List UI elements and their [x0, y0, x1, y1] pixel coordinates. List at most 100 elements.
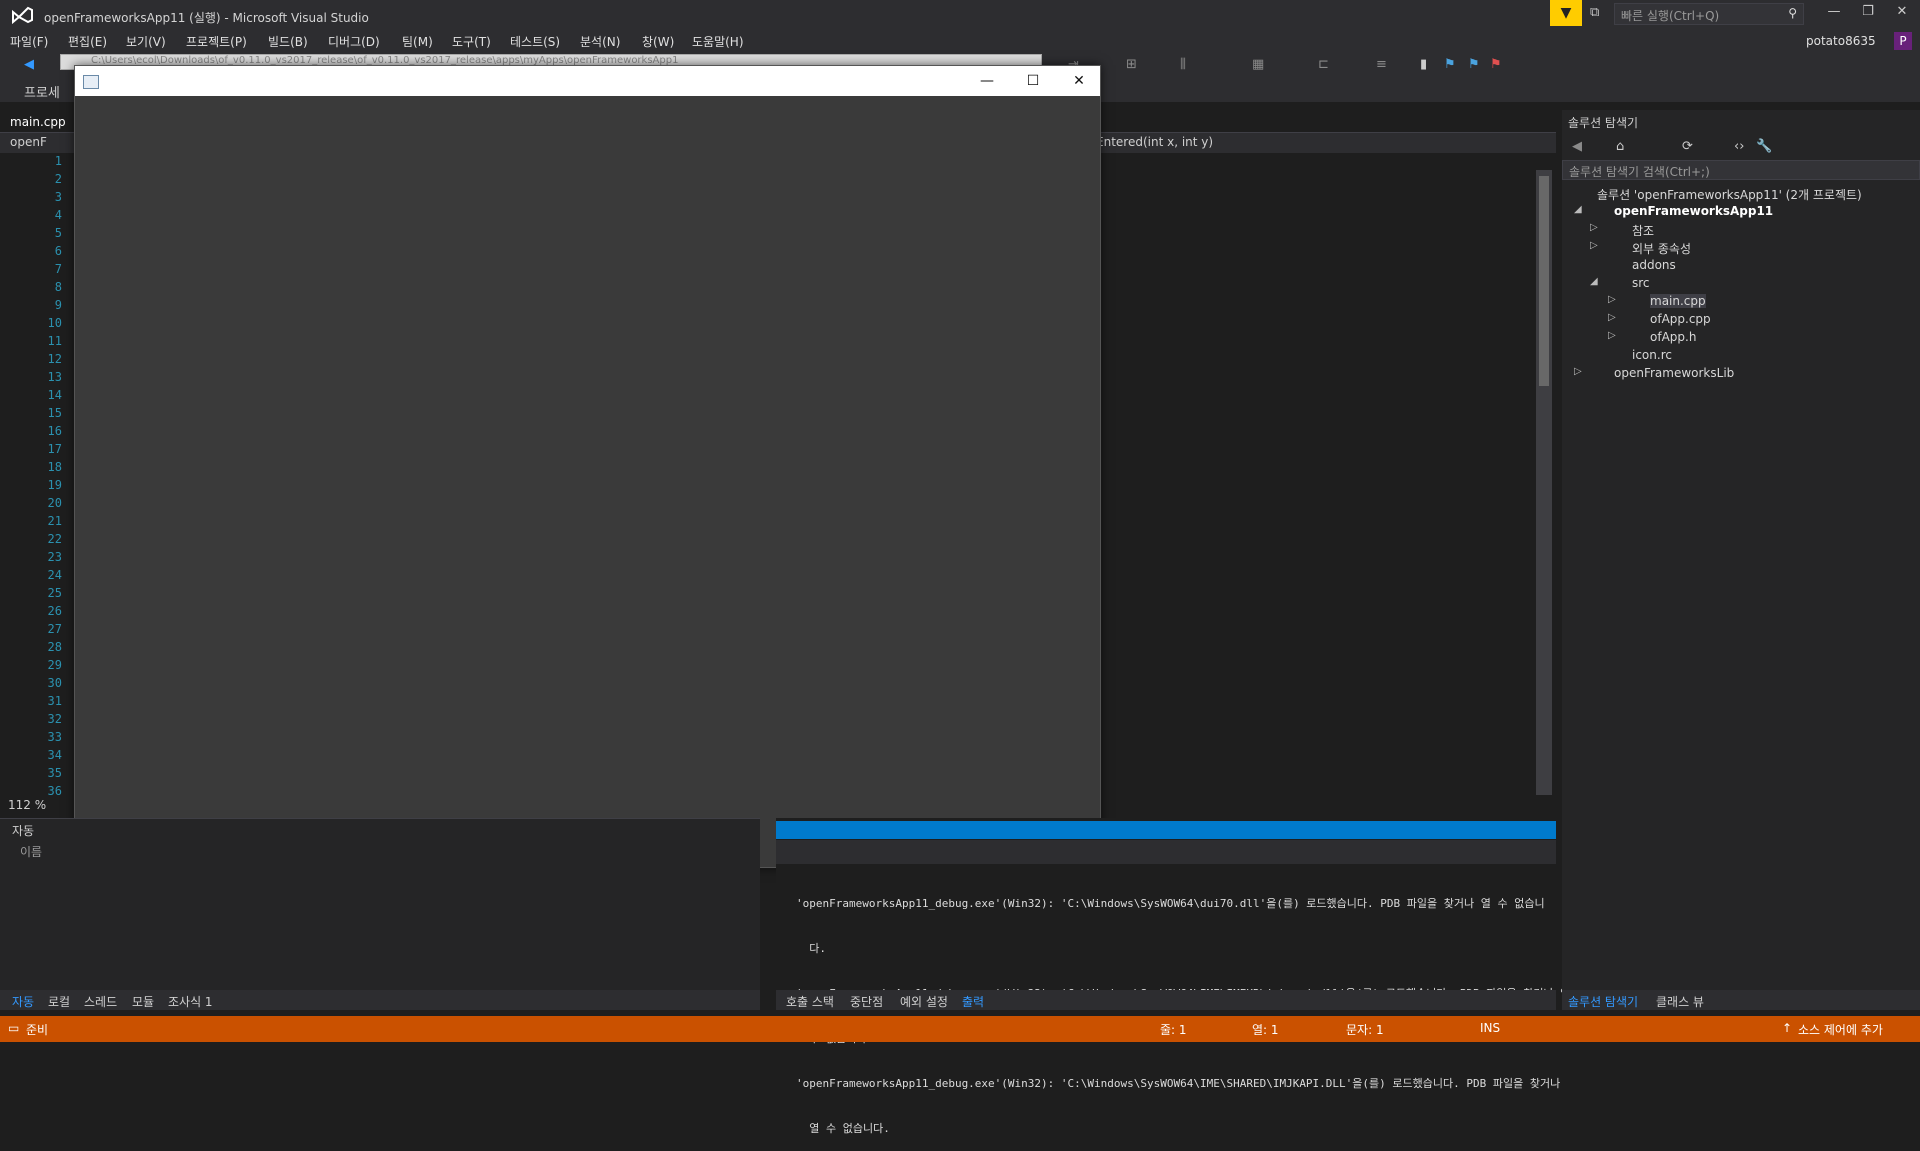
tab-threads[interactable]: 스레드 [84, 993, 117, 1010]
expand-arrow-icon[interactable]: ▷ [1590, 240, 1598, 251]
tree-item-ofapp-h[interactable]: ofApp.h [1650, 330, 1696, 344]
line-number: 13 [47, 370, 62, 384]
app-close-button[interactable]: ✕ [1059, 70, 1099, 92]
app-title-bar[interactable]: — ☐ ✕ [75, 66, 1100, 96]
collapse-arrow-icon[interactable]: ◢ [1590, 276, 1598, 287]
line-number: 36 [47, 784, 62, 798]
tree-item-ofapp-cpp[interactable]: ofApp.cpp [1650, 312, 1711, 326]
status-mode: INS [1480, 1021, 1501, 1035]
up-arrow-icon[interactable]: ↑ [1782, 1021, 1792, 1035]
bookmark-prev-icon[interactable]: ⚑ [1468, 57, 1480, 72]
properties-icon[interactable]: 🔧 [1756, 139, 1772, 154]
status-col: 열: 1 [1252, 1023, 1279, 1037]
autos-name-column: 이름 [20, 845, 43, 859]
app-canvas[interactable] [75, 96, 1100, 867]
project-dropdown[interactable]: openF [10, 135, 47, 149]
tab-breakpoints[interactable]: 중단점 [850, 993, 883, 1010]
bookmark-icon[interactable]: ▮ [1420, 57, 1427, 72]
tab-modules[interactable]: 모듈 [132, 993, 154, 1010]
tab-exception-settings[interactable]: 예외 설정 [900, 993, 948, 1010]
tab-watch-1[interactable]: 조사식 1 [168, 993, 213, 1010]
tree-item-references[interactable]: 참조 [1632, 222, 1654, 239]
tab-autos[interactable]: 자동 [12, 993, 34, 1010]
line-number: 24 [47, 568, 62, 582]
menu-file[interactable]: 파일(F) [10, 33, 48, 50]
indent-icon[interactable]: ≡ [1376, 57, 1387, 72]
menu-help[interactable]: 도움말(H) [692, 33, 744, 50]
menu-debug[interactable]: 디버그(D) [328, 33, 380, 50]
back-icon[interactable]: ◀ [1572, 139, 1582, 154]
member-dropdown[interactable]: Entered(int x, int y) [1096, 135, 1213, 149]
align-text-icon[interactable]: ⫼ [1180, 57, 1186, 72]
format-icon[interactable]: ⊏ [1318, 57, 1329, 72]
tree-item-project-app[interactable]: openFrameworksApp11 [1614, 204, 1773, 218]
line-number: 9 [54, 298, 62, 312]
window-title: openFrameworksApp11 (실행) - Microsoft Vis… [44, 11, 369, 25]
back-icon[interactable]: ◀ [24, 57, 34, 72]
tree-item-addons[interactable]: addons [1632, 258, 1676, 272]
tab-solution-explorer[interactable]: 솔루션 탐색기 [1568, 993, 1638, 1010]
menu-team[interactable]: 팀(M) [402, 33, 433, 50]
tab-locals[interactable]: 로컬 [48, 993, 70, 1010]
align-icon[interactable]: ⊞ [1126, 57, 1137, 72]
expand-arrow-icon[interactable]: ▷ [1608, 294, 1616, 305]
line-number: 21 [47, 514, 62, 528]
tree-item-external-deps[interactable]: 외부 종속성 [1632, 240, 1691, 257]
expand-arrow-icon[interactable]: ▷ [1574, 366, 1582, 377]
expand-arrow-icon[interactable]: ▷ [1608, 312, 1616, 323]
menu-edit[interactable]: 편집(E) [68, 33, 107, 50]
expand-arrow-icon[interactable]: ▷ [1608, 330, 1616, 341]
line-number: 22 [47, 532, 62, 546]
source-control-button[interactable]: 소스 제어에 추가 [1798, 1021, 1883, 1038]
expand-arrow-icon[interactable]: ▷ [1590, 222, 1598, 233]
line-number: 28 [47, 640, 62, 654]
tab-main-cpp[interactable]: main.cpp [0, 112, 66, 132]
tree-item-project-lib[interactable]: openFrameworksLib [1614, 366, 1734, 380]
menu-test[interactable]: 테스트(S) [510, 33, 560, 50]
tab-class-view[interactable]: 클래스 뷰 [1656, 993, 1704, 1010]
sync-icon[interactable]: ⟳ [1682, 139, 1693, 154]
tree-item-main-cpp[interactable]: main.cpp [1650, 294, 1706, 308]
bookmark-clear-icon[interactable]: ⚑ [1490, 57, 1502, 72]
line-number: 16 [47, 424, 62, 438]
bookmark-next-icon[interactable]: ⚑ [1444, 57, 1456, 72]
line-number: 34 [47, 748, 62, 762]
tab-call-stack[interactable]: 호출 스택 [786, 993, 834, 1010]
minimize-button[interactable]: — [1822, 4, 1846, 24]
line-number: 2 [54, 172, 62, 186]
app-window[interactable]: — ☐ ✕ [74, 65, 1101, 868]
zoom-level[interactable]: 112 % [8, 798, 46, 812]
menu-view[interactable]: 보기(V) [126, 33, 166, 50]
menu-analyze[interactable]: 분석(N) [580, 33, 620, 50]
autos-title: 자동 [12, 824, 35, 838]
menu-build[interactable]: 빌드(B) [268, 33, 308, 50]
user-name[interactable]: potato8635 [1806, 34, 1876, 48]
avatar[interactable]: P [1894, 32, 1912, 50]
close-button[interactable]: ✕ [1890, 4, 1914, 24]
collapse-arrow-icon[interactable]: ◢ [1574, 204, 1582, 215]
app-maximize-button[interactable]: ☐ [1013, 70, 1053, 92]
tree-item-src[interactable]: src [1632, 276, 1650, 290]
menu-window[interactable]: 창(W) [642, 33, 674, 50]
line-number: 27 [47, 622, 62, 636]
line-number: 1 [54, 154, 62, 168]
filter-icon[interactable]: ▼ [1550, 0, 1582, 26]
scrollbar-thumb[interactable] [1539, 176, 1549, 386]
menu-project[interactable]: 프로젝트(P) [186, 33, 247, 50]
grid-icon[interactable]: ▦ [1252, 57, 1264, 72]
line-number: 14 [47, 388, 62, 402]
app-minimize-button[interactable]: — [967, 70, 1007, 92]
tree-item-solution[interactable]: 솔루션 'openFrameworksApp11' (2개 프로젝트) [1597, 186, 1862, 203]
menu-tools[interactable]: 도구(T) [452, 33, 491, 50]
tab-output[interactable]: 출력 [962, 993, 984, 1010]
editor-scrollbar[interactable] [1536, 170, 1552, 795]
quick-launch-input[interactable]: 빠른 실행(Ctrl+Q) ⚲ [1614, 3, 1804, 25]
feedback-icon[interactable]: ⧉ [1590, 5, 1599, 20]
solution-search-input[interactable]: 솔루션 탐색기 검색(Ctrl+;) [1562, 160, 1920, 180]
code-icon[interactable]: ‹› [1734, 139, 1744, 154]
quick-launch-placeholder: 빠른 실행(Ctrl+Q) [1621, 9, 1720, 23]
restore-button[interactable]: ❐ [1856, 4, 1880, 24]
solution-explorer-title: 솔루션 탐색기 [1568, 116, 1639, 130]
tree-item-icon-rc[interactable]: icon.rc [1632, 348, 1672, 362]
home-icon[interactable]: ⌂ [1616, 139, 1624, 154]
